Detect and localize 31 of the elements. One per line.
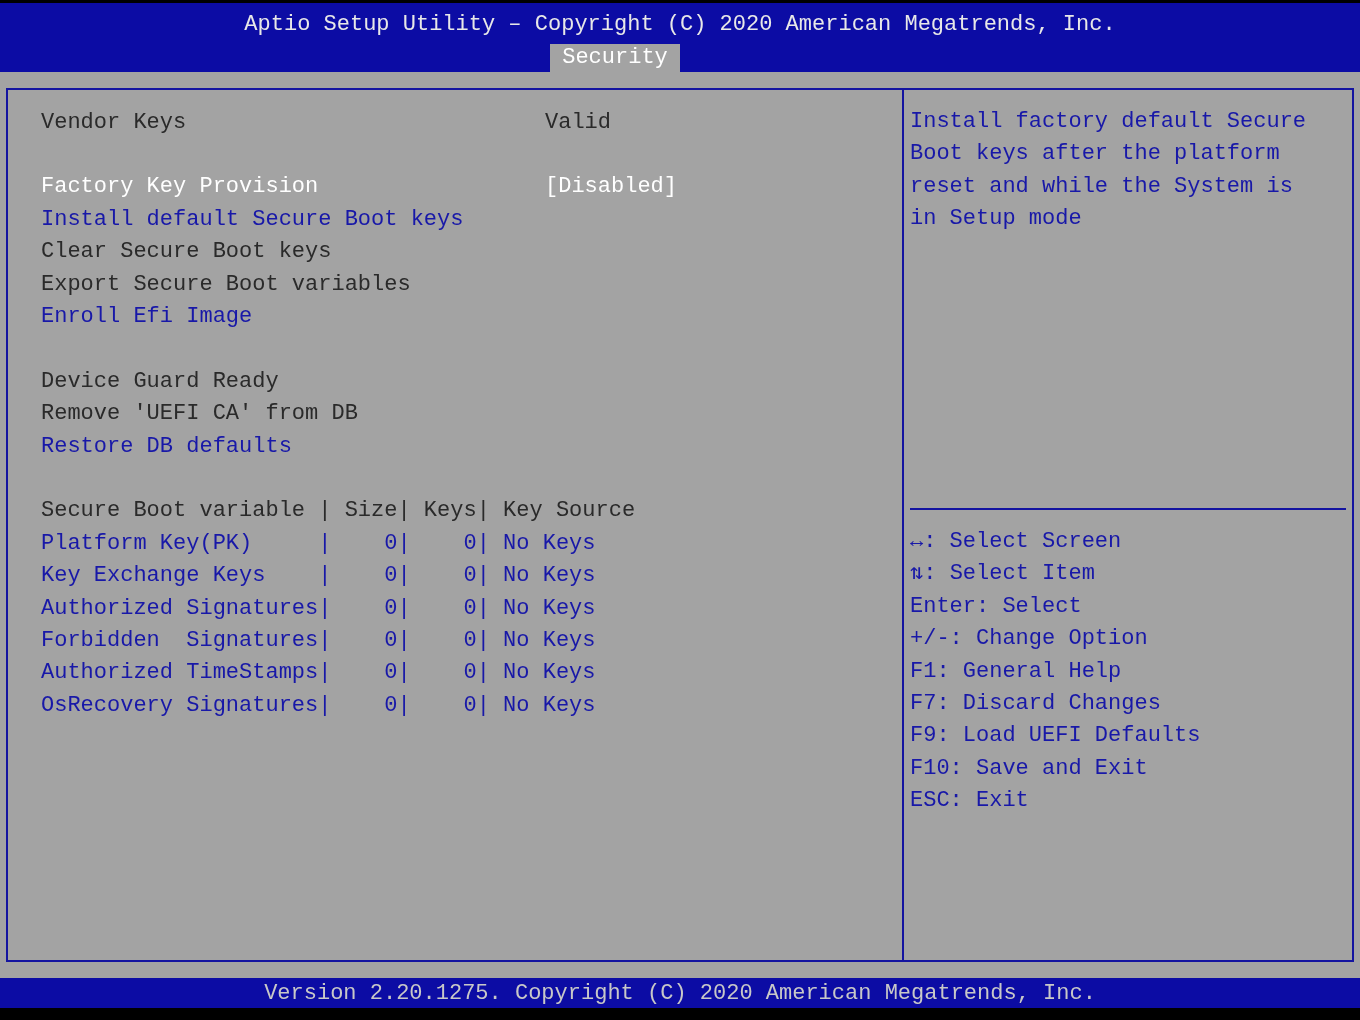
key-hint: F10: Save and Exit — [910, 754, 1148, 783]
key-hint: +/-: Change Option — [910, 625, 1148, 654]
setting-value: Valid — [545, 109, 611, 135]
menu-item[interactable]: OsRecovery Signatures| 0| 0| No Keys — [41, 692, 596, 718]
tab[interactable]: Security — [550, 44, 680, 72]
menu-item[interactable]: Install default Secure Boot keys — [41, 206, 464, 232]
menu-item[interactable]: Platform Key(PK) | 0| 0| No Keys — [41, 530, 596, 556]
menu-item[interactable]: Enroll Efi Image — [41, 304, 253, 330]
key-hint: Enter: Select — [910, 592, 1082, 621]
menu-item[interactable]: Restore DB defaults — [41, 433, 292, 459]
info-text: Export Secure Boot variables — [41, 271, 411, 297]
key-hint: ↔: Select Screen — [910, 528, 1122, 556]
key-hint: F7: Discard Changes — [910, 689, 1161, 718]
menu-item[interactable]: Key Exchange Keys | 0| 0| No Keys — [41, 563, 596, 589]
info-text: Clear Secure Boot keys — [41, 239, 332, 265]
menu-item[interactable]: Authorized Signatures| 0| 0| No Keys — [41, 595, 596, 621]
key-hint: ⇅: Select Item — [910, 560, 1095, 589]
key-hint: ESC: Exit — [910, 787, 1029, 816]
help-text: Install factory default Secure Boot keys after the platform reset and while the System is in Setup mode — [910, 108, 1308, 234]
info-text: Vendor Keys — [41, 109, 188, 135]
info-text: Remove 'UEFI CA' from DB — [41, 401, 358, 427]
key-hint: F9: Load UEFI Defaults — [910, 722, 1201, 751]
window-title: Aptio Setup Utility – Copyright (C) 2020 American Megatrends, Inc. — [244, 11, 1116, 39]
setting-value: [Disabled] — [545, 174, 678, 200]
key-hint: F1: General Help — [910, 657, 1122, 686]
menu-item[interactable]: Factory Key Provision — [41, 174, 545, 200]
info-text: Secure Boot variable | Size| Keys| Key Source — [41, 498, 636, 524]
menu-item[interactable]: Authorized TimeStamps| 0| 0| No Keys — [41, 660, 596, 686]
footer-text: Version 2.20.1275. Copyright (C) 2020 American Megatrends, Inc. — [264, 980, 1096, 1006]
info-text: Device Guard Ready — [41, 368, 279, 394]
menu-item[interactable]: Forbidden Signatures| 0| 0| No Keys — [41, 627, 596, 653]
